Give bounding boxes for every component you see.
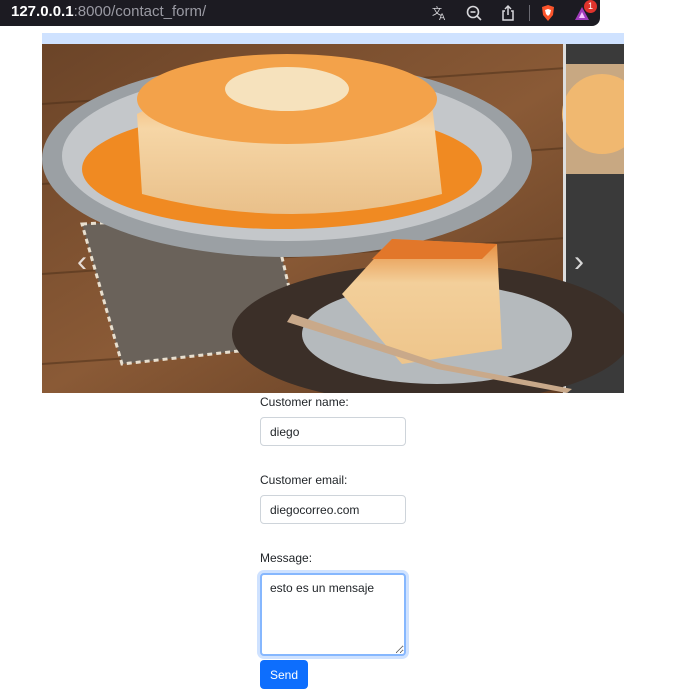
brave-shield-icon[interactable] [539, 4, 557, 22]
toolbar-separator [529, 5, 530, 21]
zoom-out-icon[interactable] [465, 4, 483, 22]
message-label: Message: [260, 551, 313, 565]
url-text[interactable]: 127.0.0.1:8000/contact_form/ [11, 3, 206, 21]
customer-email-input[interactable] [260, 495, 406, 524]
customer-email-label: Customer email: [260, 473, 348, 487]
url-path: :8000/contact_form/ [73, 3, 207, 20]
message-textarea[interactable]: esto es un mensaje [260, 573, 406, 656]
browser-chrome: 127.0.0.1:8000/contact_form/ 文A 1 [0, 0, 675, 33]
customer-name-label: Customer name: [260, 395, 349, 409]
notification-badge: 1 [584, 0, 597, 13]
chevron-right-icon[interactable]: › [569, 244, 589, 280]
customer-name-input[interactable] [260, 417, 406, 446]
url-host: 127.0.0.1 [11, 3, 74, 20]
address-bar[interactable]: 127.0.0.1:8000/contact_form/ 文A 1 [0, 0, 600, 26]
share-icon[interactable] [499, 4, 517, 22]
svg-text:A: A [439, 13, 446, 22]
translate-icon[interactable]: 文A [431, 4, 449, 22]
contact-form: Customer name: Customer email: Message: … [260, 394, 460, 656]
send-button[interactable]: Send [260, 660, 308, 689]
carousel-top-strip [42, 33, 624, 44]
flan-dessert-photo [42, 44, 624, 393]
carousel: ‹ › [42, 44, 624, 393]
chevron-left-icon[interactable]: ‹ [72, 244, 92, 280]
